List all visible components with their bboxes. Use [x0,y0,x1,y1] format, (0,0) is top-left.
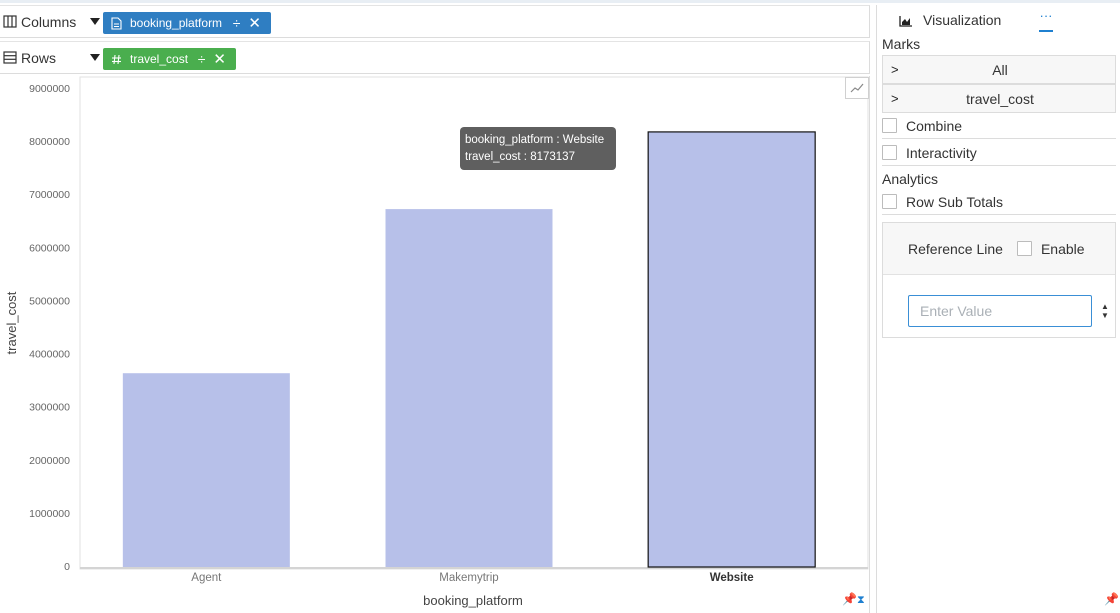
chart-panel: 0 1000000 2000000 3000000 4000000 5000000 6000… [0,76,870,613]
tooltip-line-2: travel_cost : 8173137 [465,151,575,163]
x-axis-title: booking_platform [423,593,523,608]
y-tick-label: 3000000 [29,402,70,414]
interactivity-checkbox[interactable] [882,145,897,160]
panel-tabs: Visualization ··· [877,5,1120,33]
enable-label: Enable [1040,240,1085,257]
columns-shelf: Columns booking_platform ÷ ✕ [0,5,870,38]
y-tick-label: 9000000 [29,83,70,95]
y-axis-title: travel_cost [4,291,19,354]
tooltip-line-1: booking_platform : Website [465,134,605,146]
travel-cost-pill[interactable]: travel_cost ÷ ✕ [103,48,236,70]
trend-line-icon[interactable] [845,77,869,99]
pill-label: booking_platform [130,16,223,30]
tab-visualization-label: Visualization [923,12,1002,28]
rows-shelf: Rows travel_cost ÷ ✕ [0,41,870,74]
columns-shelf-label[interactable]: Columns [0,6,100,37]
pin-icon[interactable]: 📌 [1104,592,1119,606]
bar-makemytrip[interactable] [385,209,553,568]
rows-grid-icon [3,51,18,64]
interactivity-option[interactable]: Interactivity [882,140,1116,166]
interactivity-label: Interactivity [906,144,977,161]
aggregate-op-icon[interactable]: ÷ [233,15,241,31]
reference-line-label: Reference Line [908,240,1003,257]
combine-option[interactable]: Combine [882,113,1116,139]
tab-more[interactable]: ··· [1039,8,1053,32]
x-tick-label: Agent [191,572,222,584]
row-sub-totals-option[interactable]: Row Sub Totals [882,189,1116,215]
columns-label-text: Columns [21,13,77,30]
y-tick-label: 0 [64,561,70,573]
enable-checkbox[interactable] [1016,241,1032,256]
bar-tooltip: booking_platform : Website travel_cost :… [460,127,616,170]
rows-label-text: Rows [21,49,57,66]
combine-label: Combine [906,117,963,134]
reference-line-section: Reference Line Enable ▲▼ [882,222,1116,338]
reference-value-input[interactable] [909,297,1101,325]
remove-pill-icon[interactable]: ✕ [213,50,226,68]
reference-value-field[interactable]: ▲▼ [908,295,1109,327]
x-tick-label: Website [710,572,754,584]
bar-agent[interactable] [122,373,290,567]
y-tick-label: 6000000 [29,242,70,254]
y-tick-label: 8000000 [29,136,70,148]
row-sub-totals-label: Row Sub Totals [906,193,1004,210]
chart-pin-controls[interactable]: 📌⧗ [842,592,865,607]
y-tick-label: 7000000 [29,189,70,201]
marks-heading: Marks [882,36,921,52]
chevron-right-icon: > [891,62,899,77]
area-chart-icon [899,14,913,27]
rows-shelf-label[interactable]: Rows [0,42,100,73]
marks-item-label: All [992,61,1008,78]
reference-line-header: Reference Line Enable [883,223,1115,275]
columns-caret-icon[interactable] [90,18,100,25]
y-tick-label: 4000000 [29,349,70,361]
x-tick-label: Makemytrip [439,572,498,584]
aggregate-op-icon[interactable]: ÷ [198,51,206,67]
marks-item-all[interactable]: > All [882,55,1116,84]
chevron-right-icon: > [891,91,899,106]
combine-checkbox[interactable] [882,118,897,133]
marks-item-label: travel_cost [966,90,1034,107]
document-icon [111,16,122,30]
y-tick-label: 2000000 [29,455,70,467]
number-stepper-icon[interactable]: ▲ ▼ [1101,302,1109,320]
columns-grid-icon [3,15,18,28]
row-sub-totals-checkbox[interactable] [882,194,897,209]
y-tick-label: 5000000 [29,295,70,307]
y-tick-label: 1000000 [29,508,70,520]
properties-panel: Visualization ··· Marks > All > travel_c… [876,5,1120,613]
pill-label: travel_cost [130,52,189,66]
hourglass-icon[interactable]: ⧗ [857,594,865,606]
marks-item-travel-cost[interactable]: > travel_cost [882,84,1116,113]
bar-chart: 0 1000000 2000000 3000000 4000000 5000000 6000… [4,76,869,608]
booking-platform-pill[interactable]: booking_platform ÷ ✕ [103,12,271,34]
bar-website[interactable] [647,131,816,568]
analytics-heading: Analytics [882,171,939,187]
tab-visualization[interactable]: Visualization [899,12,1001,28]
window-top-border [0,0,1120,3]
hash-icon [111,53,122,66]
remove-pill-icon[interactable]: ✕ [248,14,261,32]
rows-caret-icon[interactable] [90,54,100,61]
pin-icon[interactable]: 📌 [842,592,857,606]
